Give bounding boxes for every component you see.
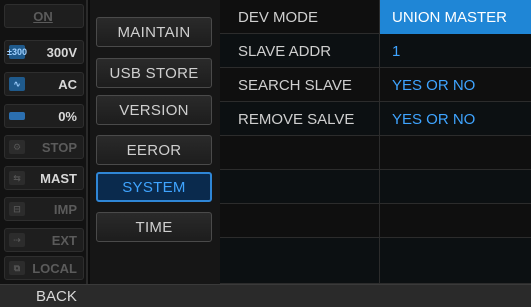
table-row xyxy=(220,170,531,204)
table-row: REMOVE SALVE YES OR NO xyxy=(220,102,531,136)
menu-usb-store-button[interactable]: USB STORE xyxy=(96,58,212,88)
local-indicator[interactable]: ⧉ LOCAL xyxy=(4,256,84,280)
impedance-icon: ⊟ xyxy=(9,202,25,216)
status-panel: ON ±300 300V ∿ AC 0% ⚙ STOP ⇆ MAST ⊟ IMP… xyxy=(0,0,88,284)
empty-row-label xyxy=(220,170,380,204)
stop-label: STOP xyxy=(41,139,77,155)
menu-system-button[interactable]: SYSTEM xyxy=(96,172,212,202)
wave-icon: ∿ xyxy=(9,77,25,91)
empty-row-value xyxy=(380,136,531,170)
table-row: SEARCH SLAVE YES OR NO xyxy=(220,68,531,102)
menu-time-button[interactable]: TIME xyxy=(96,212,212,242)
local-label: LOCAL xyxy=(32,260,77,276)
table-row: SLAVE ADDR 1 xyxy=(220,34,531,68)
bar-icon xyxy=(9,112,25,120)
empty-row-value xyxy=(380,238,531,284)
impedance-label: IMP xyxy=(53,201,77,217)
impedance-indicator[interactable]: ⊟ IMP xyxy=(4,197,84,221)
range-icon: ±300 xyxy=(7,45,27,59)
menu-version-button[interactable]: VERSION xyxy=(96,95,212,125)
master-indicator[interactable]: ⇆ MAST xyxy=(4,166,84,190)
output-on-label: ON xyxy=(33,8,53,24)
percent-label: 0% xyxy=(58,108,77,124)
table-row xyxy=(220,238,531,284)
external-label: EXT xyxy=(51,232,77,248)
menu-panel: MAINTAIN USB STORE VERSION EEROR SYSTEM … xyxy=(90,0,220,284)
search-slave-value[interactable]: YES OR NO xyxy=(380,68,531,102)
external-icon: ⇢ xyxy=(9,233,25,247)
empty-row-value xyxy=(380,170,531,204)
search-slave-label: SEARCH SLAVE xyxy=(220,68,380,102)
dev-mode-value[interactable]: UNION MASTER xyxy=(380,0,531,34)
voltage-range-indicator[interactable]: ±300 300V xyxy=(4,40,84,64)
back-button[interactable]: BACK xyxy=(36,288,77,305)
softkey-bar: BACK xyxy=(0,284,531,307)
master-icon: ⇆ xyxy=(9,171,25,185)
remove-slave-label: REMOVE SALVE xyxy=(220,102,380,136)
table-row: DEV MODE UNION MASTER xyxy=(220,0,531,34)
percent-indicator[interactable]: 0% xyxy=(4,104,84,128)
table-row xyxy=(220,204,531,238)
slave-addr-label: SLAVE ADDR xyxy=(220,34,380,68)
master-label: MAST xyxy=(40,170,77,186)
dev-mode-label: DEV MODE xyxy=(220,0,380,34)
external-indicator[interactable]: ⇢ EXT xyxy=(4,228,84,252)
voltage-range-label: 300V xyxy=(46,44,77,60)
remove-slave-value[interactable]: YES OR NO xyxy=(380,102,531,136)
empty-row-value xyxy=(380,204,531,238)
empty-row-label xyxy=(220,136,380,170)
ac-mode-indicator[interactable]: ∿ AC xyxy=(4,72,84,96)
system-settings-table: DEV MODE UNION MASTER SLAVE ADDR 1 SEARC… xyxy=(220,0,531,284)
table-row xyxy=(220,136,531,170)
slave-addr-value[interactable]: 1 xyxy=(380,34,531,68)
menu-error-button[interactable]: EEROR xyxy=(96,135,212,165)
stop-indicator[interactable]: ⚙ STOP xyxy=(4,135,84,159)
output-on-indicator[interactable]: ON xyxy=(4,4,84,28)
ac-mode-label: AC xyxy=(58,76,77,92)
empty-row-label xyxy=(220,204,380,238)
gear-icon: ⚙ xyxy=(9,140,25,154)
local-icon: ⧉ xyxy=(9,261,25,275)
empty-row-label xyxy=(220,238,380,284)
menu-maintain-button[interactable]: MAINTAIN xyxy=(96,17,212,47)
